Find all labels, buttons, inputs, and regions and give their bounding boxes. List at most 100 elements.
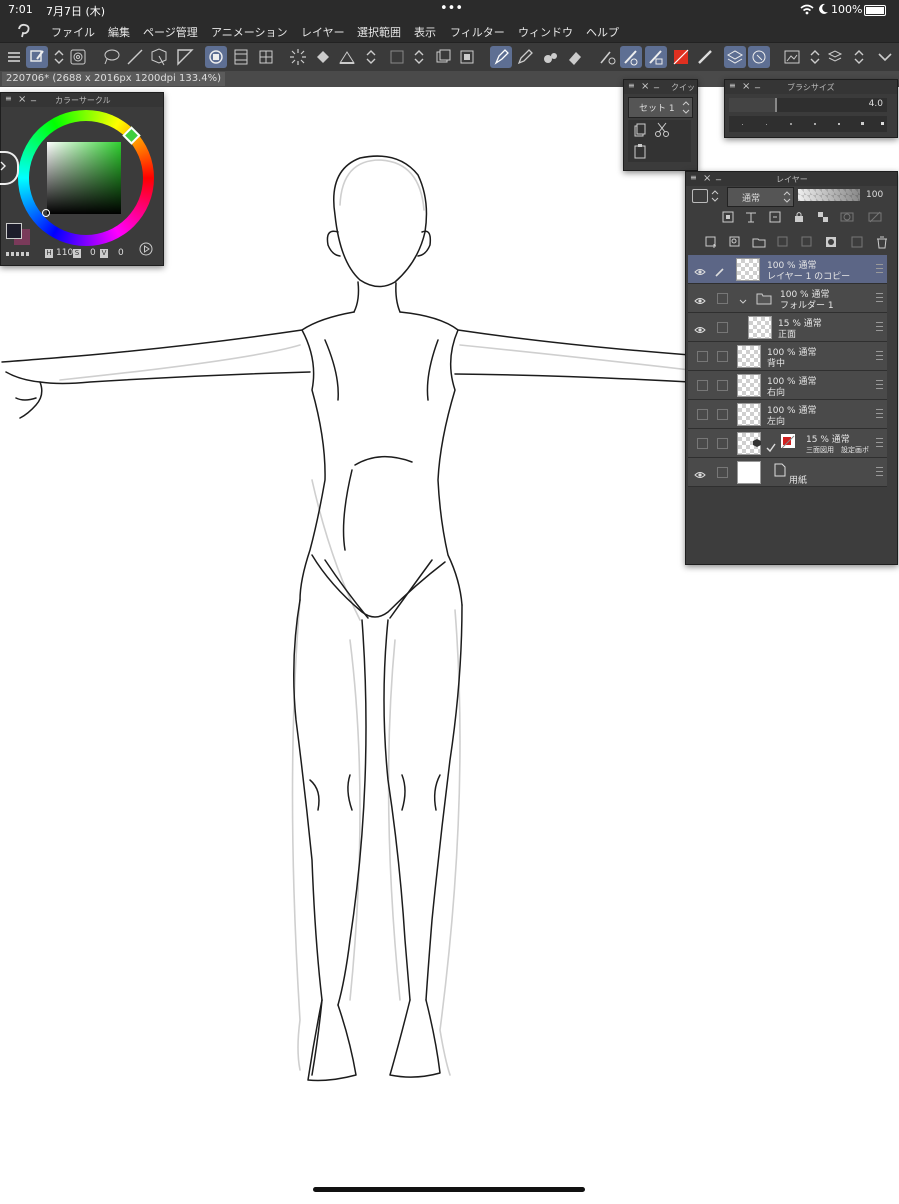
layer-menu-icon[interactable] <box>876 322 883 331</box>
layer-stack-icon[interactable] <box>724 46 746 68</box>
layer-row[interactable]: 100 % 通常 右向 <box>688 371 887 400</box>
drag-handle-icon[interactable]: ≡ <box>690 173 697 182</box>
spinner-icon[interactable] <box>48 46 64 68</box>
clip-layer-icon[interactable] <box>768 210 782 224</box>
layer-row[interactable]: 15 % 通常 三面図用 設定画ポ <box>688 429 887 458</box>
eye-icon[interactable] <box>694 321 706 333</box>
v-value[interactable]: 0 <box>118 248 124 258</box>
layer-row[interactable]: 100 % 通常 背中 <box>688 342 887 371</box>
brush-b-icon[interactable] <box>645 46 667 68</box>
copy-layer-icon[interactable] <box>432 46 454 68</box>
frame-icon[interactable] <box>386 46 408 68</box>
spinner-icon[interactable] <box>360 46 376 68</box>
brush-size-slider[interactable]: 4.0 <box>729 98 887 112</box>
close-icon[interactable]: × <box>641 81 649 92</box>
slider-handle[interactable] <box>775 98 777 112</box>
lock-checkbox[interactable] <box>717 380 728 391</box>
opacity-slider[interactable] <box>798 189 860 201</box>
brush-size-presets[interactable] <box>729 116 887 132</box>
brush-c-icon[interactable] <box>694 46 716 68</box>
pencil-tool-icon[interactable] <box>514 46 536 68</box>
visibility-checkbox[interactable] <box>697 438 708 449</box>
merge-layer-icon[interactable] <box>456 46 478 68</box>
menu-page[interactable]: ページ管理 <box>143 24 198 40</box>
close-icon[interactable]: × <box>703 173 711 184</box>
set-selector[interactable]: セット 1 <box>628 97 693 118</box>
cut-icon[interactable] <box>654 122 670 142</box>
lock-transparency-icon[interactable] <box>816 210 830 224</box>
eye-icon[interactable] <box>694 466 706 478</box>
opacity-value[interactable]: 100 <box>866 190 883 200</box>
chevron-down-icon[interactable] <box>874 46 896 68</box>
image-icon[interactable] <box>781 46 803 68</box>
drag-handle-icon[interactable]: ≡ <box>628 81 635 90</box>
lock-icon[interactable] <box>792 210 806 224</box>
menu-layer[interactable]: レイヤー <box>301 24 345 40</box>
layer-menu-icon[interactable] <box>876 438 883 447</box>
layer-row[interactable]: 100 % 通常 フォルダー 1 <box>688 284 887 313</box>
apply-mask-icon[interactable] <box>850 235 864 249</box>
close-icon[interactable]: × <box>18 94 26 105</box>
minimize-icon[interactable]: _ <box>654 78 659 89</box>
eye-icon[interactable] <box>694 263 706 275</box>
spinner-icon[interactable] <box>408 46 424 68</box>
document-tab[interactable]: 220706* (2688 x 2016px 1200dpi 133.4%) <box>2 72 226 86</box>
layer-row[interactable]: 100 % 通常 左向 <box>688 400 887 429</box>
chevron-down-icon[interactable] <box>738 292 748 311</box>
lock-checkbox[interactable] <box>717 351 728 362</box>
fill-bucket-icon[interactable] <box>312 46 334 68</box>
film-icon[interactable] <box>230 46 252 68</box>
lock-checkbox[interactable] <box>717 438 728 449</box>
material-icon[interactable] <box>824 46 846 68</box>
pen-tool-icon[interactable] <box>490 46 512 68</box>
hamburger-menu-icon[interactable] <box>3 46 25 68</box>
transfer-down-icon[interactable] <box>776 235 790 249</box>
menu-view[interactable]: 表示 <box>414 24 436 40</box>
layer-row[interactable]: 用紙 <box>688 458 887 487</box>
spiral-icon[interactable] <box>67 46 89 68</box>
saturation-value-square[interactable] <box>47 142 121 214</box>
layer-menu-icon[interactable] <box>876 467 883 476</box>
expand-arrow-icon[interactable] <box>0 151 19 185</box>
object-icon[interactable] <box>148 46 170 68</box>
paste-icon[interactable] <box>632 143 648 163</box>
grid-icon[interactable] <box>255 46 277 68</box>
menu-file[interactable]: ファイル <box>51 24 95 40</box>
home-indicator[interactable] <box>313 1187 585 1192</box>
menu-filter[interactable]: フィルター <box>450 24 505 40</box>
eraser-icon[interactable] <box>564 46 586 68</box>
spinner-icon[interactable] <box>681 98 691 121</box>
spinner-icon[interactable] <box>710 187 720 209</box>
visibility-checkbox[interactable] <box>697 380 708 391</box>
line-icon[interactable] <box>124 46 146 68</box>
new-folder-icon[interactable] <box>752 235 766 249</box>
sparkle-icon[interactable] <box>287 46 309 68</box>
reference-layer-icon[interactable] <box>721 210 735 224</box>
main-color-swatch[interactable] <box>6 223 22 239</box>
view-mode-icon[interactable] <box>205 46 227 68</box>
transparent-color-icon[interactable] <box>6 252 30 256</box>
new-raster-layer-icon[interactable] <box>704 235 718 249</box>
new-vector-layer-icon[interactable] <box>728 235 742 249</box>
layer-row[interactable]: 100 % 通常 レイヤー 1 のコピー <box>688 255 887 284</box>
brush-a-icon[interactable] <box>620 46 642 68</box>
draft-layer-icon[interactable] <box>744 210 758 224</box>
layer-menu-icon[interactable] <box>876 264 883 273</box>
lock-checkbox[interactable] <box>717 409 728 420</box>
layer-menu-icon[interactable] <box>876 409 883 418</box>
color-swatch-icon[interactable] <box>670 46 692 68</box>
mask-disabled-icon[interactable] <box>868 210 882 224</box>
mask-icon[interactable] <box>840 210 854 224</box>
layer-color-icon[interactable] <box>692 189 708 203</box>
menu-edit[interactable]: 編集 <box>108 24 130 40</box>
settings-pen-icon[interactable] <box>596 46 618 68</box>
menu-animation[interactable]: アニメーション <box>211 24 288 40</box>
merge-down-icon[interactable] <box>800 235 814 249</box>
spinner-icon[interactable] <box>782 188 792 210</box>
app-logo-icon[interactable] <box>16 23 32 42</box>
blend-mode-select[interactable]: 通常 <box>727 187 794 207</box>
menu-window[interactable]: ウィンドウ <box>518 24 573 40</box>
menu-selection[interactable]: 選択範囲 <box>357 24 401 40</box>
ruler-icon[interactable] <box>174 46 196 68</box>
layer-menu-icon[interactable] <box>876 293 883 302</box>
